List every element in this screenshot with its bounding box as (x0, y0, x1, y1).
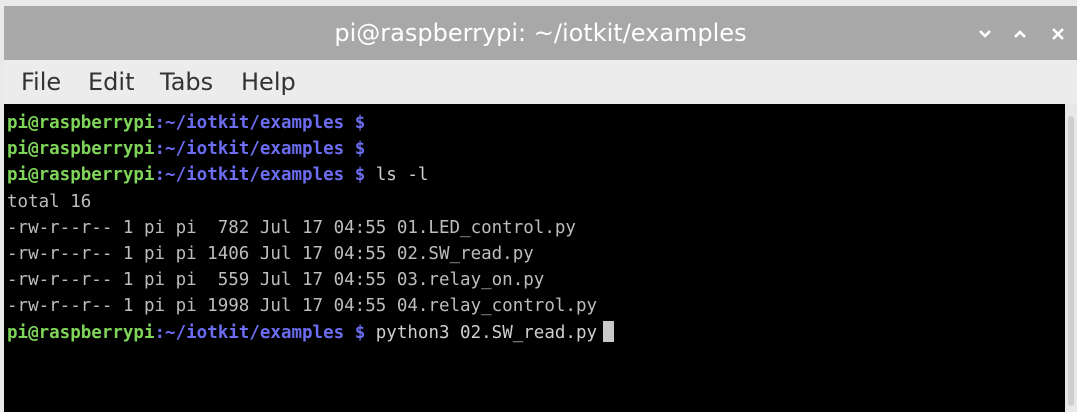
command-text: python3 02.SW_read.py (365, 322, 598, 343)
command-text: ls -l (365, 165, 429, 186)
chevron-up-icon (1014, 30, 1026, 39)
menu-file[interactable]: File (21, 60, 61, 104)
prompt-path: :~/iotkit/examples $ (154, 113, 366, 133)
menu-tabs[interactable]: Tabs (160, 60, 213, 104)
menu-help[interactable]: Help (241, 60, 296, 104)
prompt-user: pi@raspberrypi (7, 322, 155, 343)
output-line: -rw-r--r-- 1 pi pi 559 Jul 17 04:55 03.r… (7, 267, 614, 293)
scroll-thumb[interactable] (1068, 116, 1074, 406)
close-icon (1052, 28, 1064, 41)
prompt-user: pi@raspberrypi (7, 139, 155, 160)
menu-bar: File Edit Tabs Help (4, 60, 1077, 104)
output-line: total 16 (7, 189, 614, 215)
output-text: total 16 (7, 191, 92, 212)
prompt-path: :~/iotkit/examples $ (154, 165, 366, 186)
prompt-user: pi@raspberrypi (7, 165, 155, 186)
output-line: -rw-r--r-- 1 pi pi 782 Jul 17 04:55 01.L… (7, 215, 614, 241)
terminal-window: pi@raspberrypi: ~/iotkit/examples File E… (0, 0, 1077, 412)
output-line: -rw-r--r-- 1 pi pi 1998 Jul 17 04:55 04.… (7, 293, 614, 319)
chevron-down-icon (979, 30, 991, 39)
output-text: -rw-r--r-- 1 pi pi 1998 Jul 17 04:55 04.… (7, 296, 598, 317)
maximize-button[interactable] (1006, 6, 1034, 60)
menu-edit[interactable]: Edit (88, 60, 134, 104)
output-text: -rw-r--r-- 1 pi pi 559 Jul 17 04:55 03.r… (7, 270, 545, 291)
output-line: -rw-r--r-- 1 pi pi 1406 Jul 17 04:55 02.… (7, 241, 614, 267)
terminal-output: pi@raspberrypi:~/iotkit/examples $ pi@ras… (7, 110, 615, 346)
prompt-line: pi@raspberrypi:~/iotkit/examples $ (7, 110, 614, 136)
minimize-button[interactable] (971, 6, 999, 60)
prompt-line: pi@raspberrypi:~/iotkit/examples $ ls -l (7, 162, 614, 188)
prompt-path: :~/iotkit/examples $ (154, 322, 366, 343)
scrollbar[interactable] (1065, 104, 1077, 412)
prompt-path: :~/iotkit/examples $ (154, 139, 366, 160)
close-button[interactable] (1044, 6, 1072, 60)
window-title: pi@raspberrypi: ~/iotkit/examples (334, 19, 747, 47)
title-bar[interactable]: pi@raspberrypi: ~/iotkit/examples (4, 6, 1077, 60)
prompt-line: pi@raspberrypi:~/iotkit/examples $ pytho… (7, 320, 615, 346)
terminal-area[interactable]: pi@raspberrypi:~/iotkit/examples $ pi@ras… (4, 104, 1065, 412)
output-text: -rw-r--r-- 1 pi pi 1406 Jul 17 04:55 02.… (7, 243, 534, 264)
prompt-line: pi@raspberrypi:~/iotkit/examples $ (7, 136, 614, 162)
prompt-user: pi@raspberrypi (7, 113, 155, 133)
text-cursor (603, 320, 615, 342)
output-text: -rw-r--r-- 1 pi pi 782 Jul 17 04:55 01.L… (7, 217, 576, 238)
